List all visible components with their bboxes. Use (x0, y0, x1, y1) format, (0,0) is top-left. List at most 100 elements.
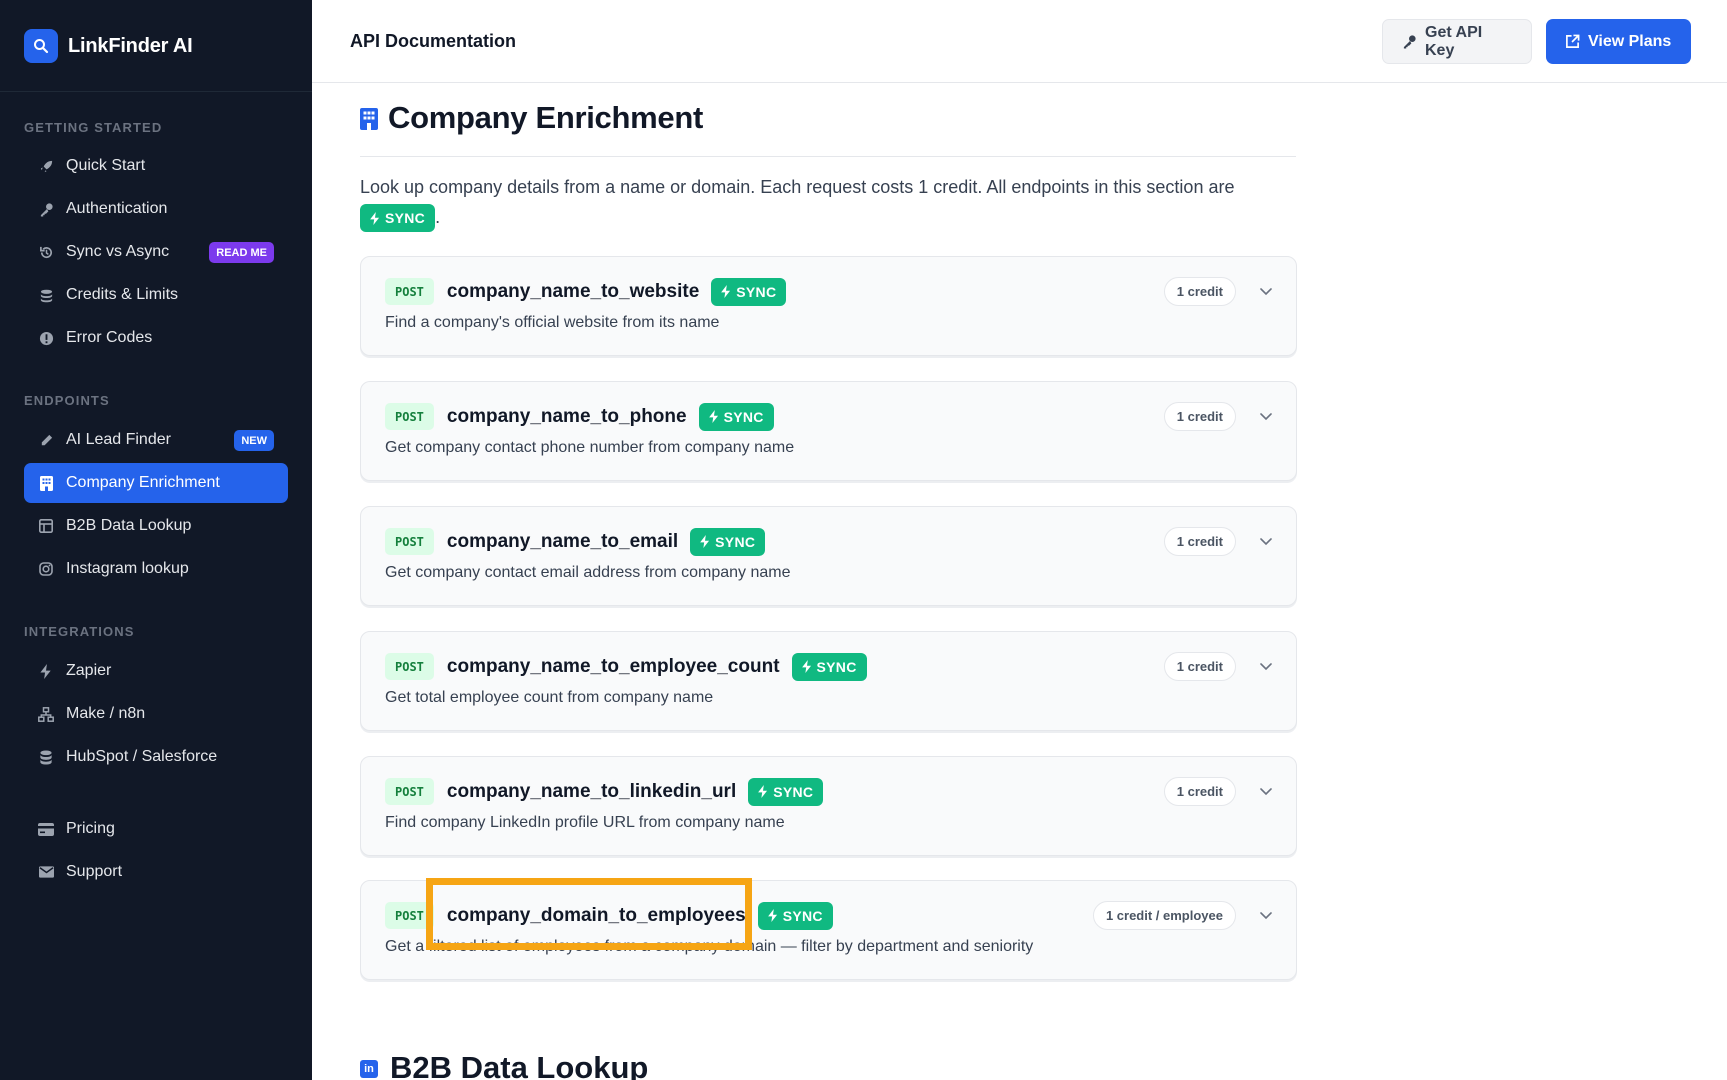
brand[interactable]: LinkFinder AI (24, 29, 193, 63)
chevron-down-icon[interactable] (1258, 783, 1274, 799)
section-description: Look up company details from a name or d… (360, 172, 1310, 233)
endpoint-card[interactable]: POST company_name_to_phone SYNC Get company… (360, 381, 1297, 481)
endpoint-name: company_name_to_phone (446, 405, 687, 427)
readme-badge: READ ME (209, 242, 274, 263)
instagram-icon (38, 561, 54, 577)
chevron-down-icon[interactable] (1258, 283, 1274, 299)
sync-label: SYNC (385, 210, 426, 227)
endpoint-name: company_name_to_email (446, 530, 679, 552)
sync-badge: SYNC (698, 402, 774, 431)
endpoint-card[interactable]: POST company_name_to_website SYNC Find a co… (360, 256, 1297, 356)
bolt-icon (708, 410, 719, 423)
new-badge: NEW (234, 430, 274, 451)
credit-badge: 1 credit (1163, 402, 1236, 431)
sidebar-item-b2b-data-lookup[interactable]: B2B Data Lookup (24, 506, 288, 546)
brand-name: LinkFinder AI (68, 34, 193, 57)
section-description-text: Look up company details from a name or d… (360, 177, 1235, 197)
sidebar-item-instagram-lookup[interactable]: Instagram lookup (24, 549, 288, 589)
sidebar-item-pricing[interactable]: Pricing (24, 809, 288, 849)
sidebar-item-company-enrichment[interactable]: Company Enrichment (24, 463, 288, 503)
chevron-down-icon[interactable] (1258, 408, 1274, 424)
table-icon (38, 518, 54, 534)
endpoint-description: Find company LinkedIn profile URL from c… (385, 814, 785, 831)
sync-label: SYNC (723, 408, 764, 425)
http-method-badge: POST (385, 278, 434, 305)
get-api-key-button[interactable]: Get API Key (1382, 19, 1532, 64)
sync-badge: SYNC (360, 204, 436, 233)
credit-card-icon (38, 821, 54, 837)
sidebar-item-hubspot-salesforce[interactable]: HubSpot / Salesforce (24, 737, 288, 777)
sidebar-item-error-codes[interactable]: Error Codes (24, 318, 288, 358)
section-label-integrations: INTEGRATIONS (24, 624, 135, 639)
endpoint-header: POST company_name_to_employee_count SYNC (385, 652, 867, 681)
http-method-badge: POST (385, 778, 434, 805)
sidebar: LinkFinder AI GETTING STARTED Quick Star… (0, 0, 312, 1080)
credit-badge: 1 credit (1163, 652, 1236, 681)
http-method-badge: POST (385, 653, 434, 680)
history-icon (38, 244, 54, 260)
endpoint-description: Get company contact email address from c… (385, 564, 791, 581)
endpoint-name: company_name_to_employee_count (446, 655, 780, 677)
endpoint-header: POST company_name_to_email SYNC (385, 527, 766, 556)
bolt-icon (758, 785, 768, 798)
sidebar-item-ai-lead-finder[interactable]: AI Lead Finder NEW (24, 420, 288, 460)
sidebar-item-label: Error Codes (66, 329, 153, 346)
endpoint-card[interactable]: POST company_name_to_employee_count SYNC Ge… (360, 631, 1297, 731)
database-icon (38, 749, 54, 765)
coins-icon (38, 287, 54, 303)
endpoint-name: company_name_to_linkedin_url (446, 780, 737, 802)
sidebar-item-credits-limits[interactable]: Credits & Limits (24, 275, 288, 315)
credit-badge: 1 credit / employee (1092, 901, 1236, 930)
sidebar-item-label: Credits & Limits (66, 286, 179, 303)
section-title: Company Enrichment (388, 100, 703, 135)
view-plans-label: View Plans (1588, 32, 1672, 50)
bolt-icon (370, 211, 380, 225)
sidebar-item-label: Make / n8n (66, 705, 146, 722)
sidebar-item-label: Instagram lookup (66, 560, 189, 577)
divider (0, 91, 312, 92)
sidebar-item-make-n8n[interactable]: Make / n8n (24, 694, 288, 734)
endpoint-description: Get company contact phone number from co… (385, 439, 795, 456)
endpoint-header: POST company_name_to_phone SYNC (385, 402, 774, 431)
next-section-title: B2B Data Lookup (390, 1050, 649, 1080)
sidebar-item-zapier[interactable]: Zapier (24, 651, 288, 691)
chevron-down-icon[interactable] (1258, 658, 1274, 674)
http-method-badge: POST (385, 528, 434, 555)
page-title: API Documentation (350, 31, 517, 51)
endpoint-description: Get total employee count from company na… (385, 689, 714, 706)
chevron-down-icon[interactable] (1258, 907, 1274, 923)
divider (360, 156, 1296, 157)
external-link-icon (1565, 34, 1580, 49)
rocket-icon (38, 158, 54, 174)
sidebar-item-support[interactable]: Support (24, 852, 288, 892)
bolt-icon (721, 285, 731, 298)
sidebar-item-authentication[interactable]: Authentication (24, 189, 288, 229)
sync-label: SYNC (736, 283, 777, 300)
top-header: API Documentation Get API Key View Plans (312, 0, 1727, 83)
key-icon (1402, 34, 1417, 49)
endpoint-description: Find a company's official website from i… (385, 314, 720, 331)
sidebar-item-quick-start[interactable]: Quick Start (24, 146, 288, 186)
credit-badge: 1 credit (1163, 777, 1236, 806)
endpoint-header: POST company_name_to_linkedin_url SYNC (385, 777, 824, 806)
sidebar-item-sync-vs-async[interactable]: Sync vs Async READ ME (24, 232, 288, 272)
bolt-icon (801, 660, 812, 673)
sync-badge: SYNC (711, 277, 787, 306)
sync-badge: SYNC (757, 901, 833, 930)
chevron-down-icon[interactable] (1258, 533, 1274, 549)
building-icon (38, 475, 54, 491)
endpoint-card[interactable]: POST company_name_to_linkedin_url SYNC Find… (360, 756, 1297, 856)
section-label-endpoints: ENDPOINTS (24, 393, 110, 408)
search-icon (24, 29, 58, 63)
sidebar-item-label: AI Lead Finder (66, 431, 171, 448)
sidebar-item-label: B2B Data Lookup (66, 517, 192, 534)
sidebar-item-label: Pricing (66, 820, 115, 837)
sync-label: SYNC (773, 783, 814, 800)
sync-label: SYNC (715, 533, 756, 550)
endpoint-card[interactable]: POST company_name_to_email SYNC Get company… (360, 506, 1297, 606)
endpoint-name: company_name_to_website (446, 280, 700, 302)
bolt-icon (767, 909, 778, 922)
http-method-badge: POST (385, 403, 434, 430)
sidebar-item-label: Zapier (66, 662, 112, 679)
view-plans-button[interactable]: View Plans (1546, 19, 1691, 64)
